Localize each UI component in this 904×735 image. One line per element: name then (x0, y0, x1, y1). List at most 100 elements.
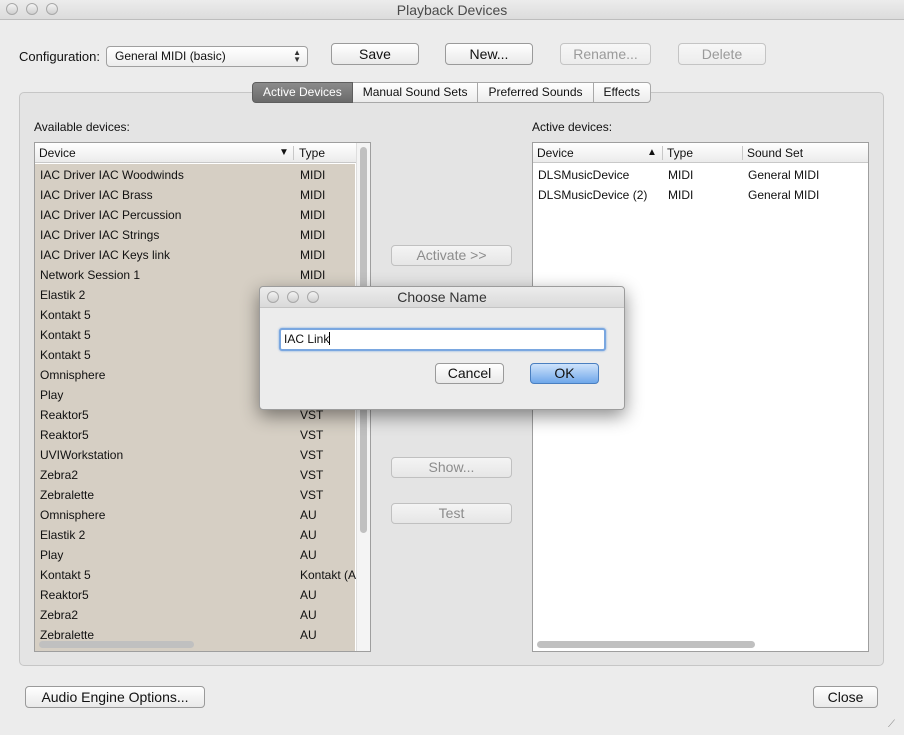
device-type: AU (300, 628, 317, 642)
device-type: VST (300, 488, 324, 502)
list-item[interactable]: Zebralette VST (35, 485, 355, 505)
device-type: VST (300, 448, 324, 462)
cancel-button[interactable]: Cancel (435, 363, 504, 384)
device-type: AU (300, 588, 317, 602)
tab-preferred-sounds[interactable]: Preferred Sounds (478, 82, 594, 103)
list-item[interactable]: UVIWorkstation VST (35, 445, 355, 465)
save-button[interactable]: Save (331, 43, 419, 65)
active-soundset: General MIDI (748, 168, 820, 182)
device-type: AU (300, 548, 317, 562)
device-type: VST (300, 468, 324, 482)
device-name: Elastik 2 (40, 288, 86, 302)
tab-bar: Active Devices Manual Sound Sets Preferr… (252, 82, 651, 103)
tab-active-devices[interactable]: Active Devices (252, 82, 353, 103)
list-item[interactable]: Zebra2 VST (35, 465, 355, 485)
device-name: UVIWorkstation (40, 448, 124, 462)
device-name: Zebra2 (40, 608, 79, 622)
device-name: Reaktor5 (40, 428, 89, 442)
table-row[interactable]: DLSMusicDevice (2) MIDI General MIDI (533, 185, 868, 205)
new-button[interactable]: New... (445, 43, 533, 65)
name-input[interactable]: IAC Link (279, 328, 606, 351)
list-item[interactable]: Elastik 2 AU (35, 525, 355, 545)
text-caret (329, 332, 331, 345)
ok-button[interactable]: OK (530, 363, 599, 384)
device-type: AU (300, 528, 317, 542)
column-divider (742, 146, 743, 160)
active-device: DLSMusicDevice (2) (538, 188, 648, 202)
device-name: Play (40, 548, 64, 562)
device-name: Zebralette (40, 488, 95, 502)
col-device-header[interactable]: Device (39, 146, 76, 160)
tab-manual-sound-sets[interactable]: Manual Sound Sets (352, 82, 479, 103)
list-item[interactable]: IAC Driver IAC Woodwinds MIDI (35, 165, 355, 185)
device-name: Network Session 1 (40, 268, 141, 282)
horizontal-scroll-thumb[interactable] (537, 641, 755, 648)
col-soundset-header[interactable]: Sound Set (747, 146, 803, 160)
device-name: Omnisphere (40, 508, 106, 522)
device-name: Reaktor5 (40, 588, 89, 602)
active-type: MIDI (668, 188, 694, 202)
device-name: Zebralette (40, 628, 95, 642)
audio-engine-options-button[interactable]: Audio Engine Options... (25, 686, 205, 708)
configuration-value: General MIDI (basic) (115, 49, 226, 63)
device-type: Kontakt (A (300, 568, 357, 582)
list-item[interactable]: Omnisphere AU (35, 505, 355, 525)
device-name: Kontakt 5 (40, 568, 91, 582)
device-type: VST (300, 428, 324, 442)
list-item[interactable]: IAC Driver IAC Percussion MIDI (35, 205, 355, 225)
list-item[interactable]: Zebra2 AU (35, 605, 355, 625)
horizontal-scroll-thumb[interactable] (39, 641, 194, 648)
window-title: Playback Devices (396, 2, 508, 18)
list-item[interactable]: Play AU (35, 545, 355, 565)
device-name: IAC Driver IAC Keys link (40, 248, 171, 262)
tab-effects[interactable]: Effects (593, 82, 651, 103)
column-divider (662, 146, 663, 160)
list-item[interactable]: IAC Driver IAC Strings MIDI (35, 225, 355, 245)
choose-name-dialog: Choose Name IAC Link Cancel OK (259, 286, 625, 410)
list-item[interactable]: IAC Driver IAC Keys link MIDI (35, 245, 355, 265)
delete-button[interactable]: Delete (678, 43, 766, 65)
list-item[interactable]: IAC Driver IAC Brass MIDI (35, 185, 355, 205)
select-arrows-icon: ▲ ▼ (293, 48, 301, 64)
device-name: Kontakt 5 (40, 348, 91, 362)
device-type: MIDI (300, 168, 326, 182)
list-item[interactable]: Network Session 1 MIDI (35, 265, 355, 285)
device-type: AU (300, 508, 317, 522)
activate-button[interactable]: Activate >> (391, 245, 512, 266)
test-button[interactable]: Test (391, 503, 512, 524)
device-name: IAC Driver IAC Woodwinds (40, 168, 184, 182)
active-type: MIDI (668, 168, 694, 182)
list-item[interactable]: Reaktor5 AU (35, 585, 355, 605)
close-button[interactable]: Close (813, 686, 878, 708)
device-name: Omnisphere (40, 368, 106, 382)
configuration-label: Configuration: (19, 49, 100, 64)
active-soundset: General MIDI (748, 188, 820, 202)
show-button[interactable]: Show... (391, 457, 512, 478)
available-devices-label: Available devices: (34, 120, 130, 134)
column-divider (293, 146, 294, 160)
rename-button[interactable]: Rename... (560, 43, 651, 65)
col-device-header[interactable]: Device (537, 146, 574, 160)
device-name: IAC Driver IAC Brass (40, 188, 153, 202)
device-type: MIDI (300, 188, 326, 202)
device-type: AU (300, 608, 317, 622)
dialog-title: Choose Name (397, 289, 487, 305)
device-type: VST (300, 408, 324, 422)
device-name: Zebra2 (40, 468, 79, 482)
device-name: Kontakt 5 (40, 308, 91, 322)
active-device: DLSMusicDevice (538, 168, 630, 182)
available-table-header: Device ▼ Type (35, 143, 370, 163)
active-devices-label: Active devices: (532, 120, 613, 134)
list-item[interactable]: Kontakt 5 Kontakt (A (35, 565, 357, 585)
table-row[interactable]: DLSMusicDevice MIDI General MIDI (533, 165, 868, 185)
sort-ascending-icon[interactable]: ▲ (647, 147, 657, 158)
configuration-select[interactable]: General MIDI (basic) ▲ ▼ (106, 46, 308, 67)
device-type: MIDI (300, 268, 326, 282)
list-item[interactable]: Reaktor5 VST (35, 425, 355, 445)
active-table-header: Device ▲ Type Sound Set (533, 143, 868, 163)
sort-descending-icon[interactable]: ▼ (279, 147, 289, 158)
name-input-value: IAC Link (284, 332, 330, 346)
col-type-header[interactable]: Type (667, 146, 693, 160)
col-type-header[interactable]: Type (299, 146, 325, 160)
resize-grip-icon[interactable]: ⟋ (888, 720, 900, 732)
